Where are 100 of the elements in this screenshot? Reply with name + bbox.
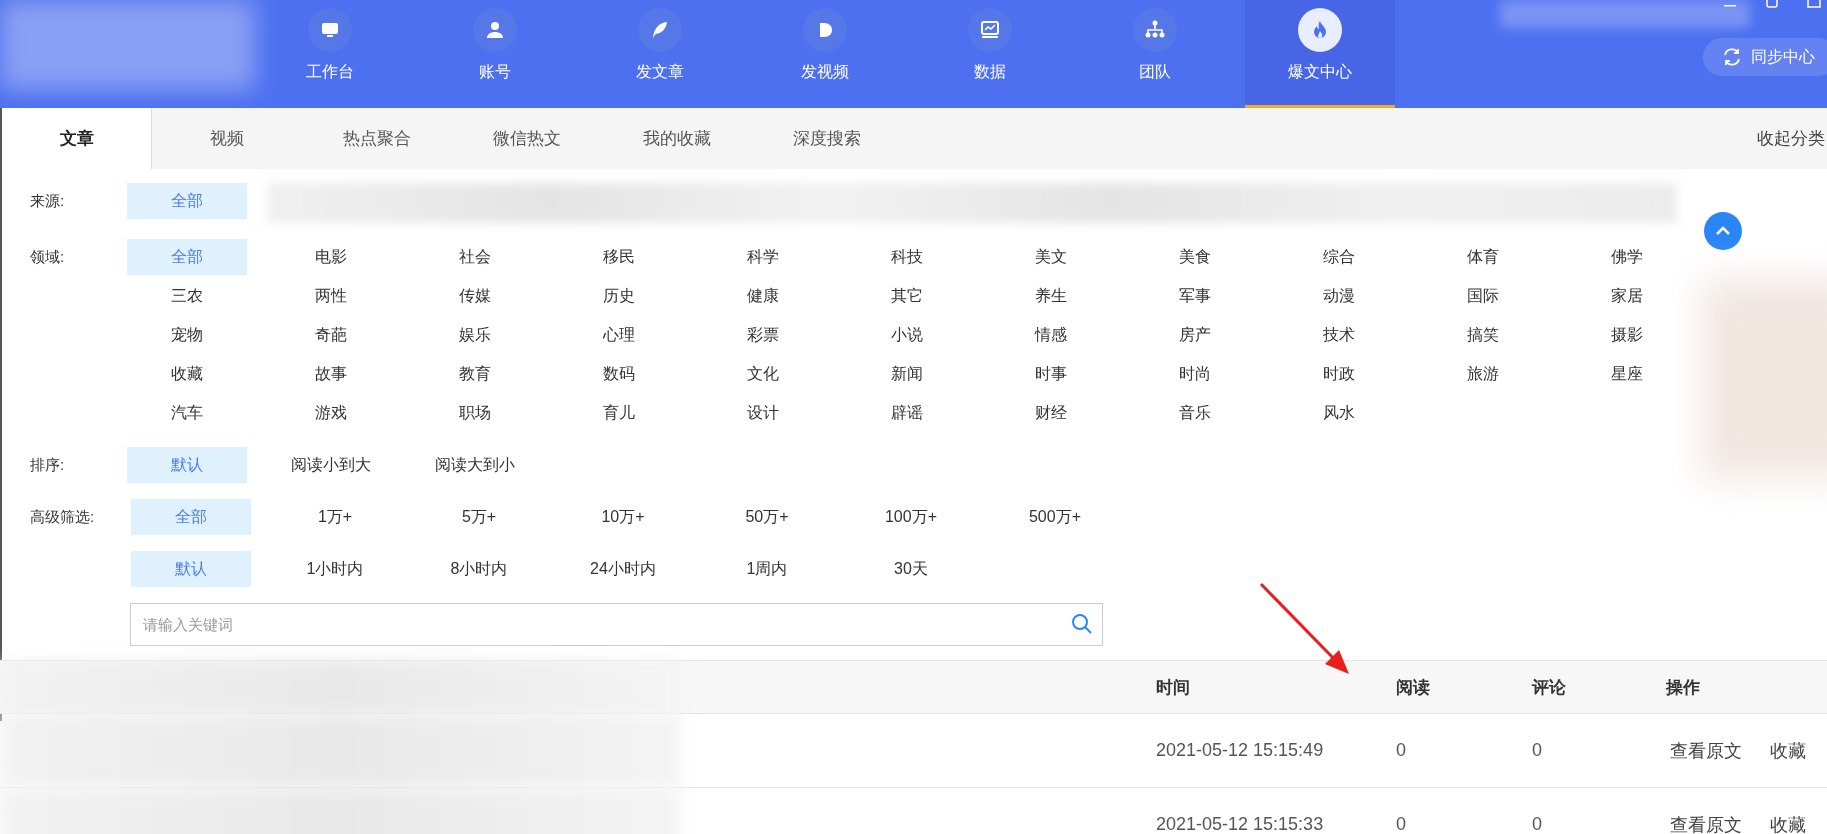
filter-option[interactable]: 职场	[415, 395, 535, 431]
filter-option[interactable]: 美食	[1135, 239, 1255, 275]
filter-option[interactable]: 收藏	[127, 356, 247, 392]
collapse-link[interactable]: 收起分类	[1757, 127, 1825, 150]
nav-item[interactable]: 账号	[420, 0, 570, 108]
action-link[interactable]: 查看原文	[1670, 812, 1742, 834]
filter-option[interactable]: 历史	[559, 278, 679, 314]
filter-option[interactable]: 旅游	[1423, 356, 1543, 392]
tab[interactable]: 我的收藏	[602, 108, 752, 169]
filter-label: 高级筛选:	[30, 507, 96, 527]
filter-option[interactable]: 全部	[127, 239, 247, 275]
filter-option[interactable]: 社会	[415, 239, 535, 275]
nav-item[interactable]: 团队	[1080, 0, 1230, 108]
scroll-up-button[interactable]	[1704, 212, 1742, 250]
filter-option[interactable]: 小说	[847, 317, 967, 353]
filter-option[interactable]: 1小时内	[275, 551, 395, 587]
action-link[interactable]: 收藏	[1770, 738, 1806, 763]
tab[interactable]: 深度搜索	[752, 108, 902, 169]
action-link[interactable]: 查看原文	[1670, 738, 1742, 763]
table-cell-text: 0	[1395, 740, 1407, 761]
filter-label: 领域:	[30, 247, 66, 267]
refresh-icon	[1721, 46, 1743, 68]
filter-option[interactable]: 彩票	[703, 317, 823, 353]
filter-option[interactable]: 佛学	[1567, 239, 1687, 275]
filter-option[interactable]: 传媒	[415, 278, 535, 314]
filter-option[interactable]: 美文	[991, 239, 1111, 275]
tab[interactable]: 热点聚合	[302, 108, 452, 169]
table-cell-text: 2021-05-12 15:15:33	[1155, 814, 1325, 834]
filter-option[interactable]: 电影	[271, 239, 391, 275]
search-icon[interactable]	[1070, 612, 1094, 636]
filter-option[interactable]: 30天	[851, 551, 971, 587]
filter-option[interactable]: 体育	[1423, 239, 1543, 275]
filter-option[interactable]: 音乐	[1135, 395, 1255, 431]
column-header: 评论	[1530, 676, 1567, 699]
filter-option[interactable]: 设计	[703, 395, 823, 431]
filter-option[interactable]: 数码	[559, 356, 679, 392]
table-cell-text: 2021-05-12 15:15:49	[1155, 740, 1325, 761]
filter-option[interactable]: 综合	[1279, 239, 1399, 275]
filter-option[interactable]: 新闻	[847, 356, 967, 392]
filter-option[interactable]: 两性	[271, 278, 391, 314]
filter-option[interactable]: 科技	[847, 239, 967, 275]
table-cell-text: 0	[1395, 814, 1407, 834]
filter-option[interactable]: 汽车	[127, 395, 247, 431]
filter-option[interactable]: 星座	[1567, 356, 1687, 392]
filter-option[interactable]: 技术	[1279, 317, 1399, 353]
filter-option[interactable]: 1周内	[707, 551, 827, 587]
filter-option[interactable]: 8小时内	[419, 551, 539, 587]
filter-option[interactable]: 家居	[1567, 278, 1687, 314]
filter-option[interactable]: 搞笑	[1423, 317, 1543, 353]
user-icon	[484, 19, 506, 41]
table-cell-text: 0	[1531, 814, 1543, 834]
filter-option[interactable]: 5万+	[419, 499, 539, 535]
filter-option[interactable]: 其它	[847, 278, 967, 314]
nav-item[interactable]: 发文章	[585, 0, 735, 108]
filter-option[interactable]: 时政	[1279, 356, 1399, 392]
filter-option[interactable]: 24小时内	[563, 551, 683, 587]
filter-option[interactable]: 摄影	[1567, 317, 1687, 353]
filter-option[interactable]: 房产	[1135, 317, 1255, 353]
filter-option[interactable]: 移民	[559, 239, 679, 275]
filter-option[interactable]: 军事	[1135, 278, 1255, 314]
nav-item[interactable]: 工作台	[255, 0, 405, 108]
filter-option[interactable]: 1万+	[275, 499, 395, 535]
tab[interactable]: 文章	[2, 108, 152, 169]
column-header: 时间	[1155, 676, 1191, 699]
filter-option[interactable]: 故事	[271, 356, 391, 392]
filter-option[interactable]: 情感	[991, 317, 1111, 353]
filter-option[interactable]: 50万+	[707, 499, 827, 535]
filter-option[interactable]: 育儿	[559, 395, 679, 431]
filter-option[interactable]: 娱乐	[415, 317, 535, 353]
filter-option[interactable]: 健康	[703, 278, 823, 314]
filter-option[interactable]: 全部	[127, 183, 247, 219]
filter-option[interactable]: 辟谣	[847, 395, 967, 431]
filter-option[interactable]: 动漫	[1279, 278, 1399, 314]
nav-item[interactable]: 数据	[915, 0, 1065, 108]
nav-item[interactable]: 爆文中心	[1245, 0, 1395, 108]
action-link[interactable]: 收藏	[1770, 812, 1806, 834]
filter-option[interactable]: 时尚	[1135, 356, 1255, 392]
tab[interactable]: 微信热文	[452, 108, 602, 169]
filter-option[interactable]: 养生	[991, 278, 1111, 314]
filter-option[interactable]: 500万+	[995, 499, 1115, 535]
filter-option[interactable]: 10万+	[563, 499, 683, 535]
search-field[interactable]: 请输入关键词	[130, 603, 1103, 646]
filter-option[interactable]: 心理	[559, 317, 679, 353]
filter-option[interactable]: 奇葩	[271, 317, 391, 353]
filter-option[interactable]: 宠物	[127, 317, 247, 353]
filter-option[interactable]: 阅读大到小	[415, 447, 535, 483]
filter-option[interactable]: 时事	[991, 356, 1111, 392]
filter-option[interactable]: 三农	[127, 278, 247, 314]
filter-option[interactable]: 全部	[131, 499, 251, 535]
nav-item[interactable]: 发视频	[750, 0, 900, 108]
tab[interactable]: 视频	[152, 108, 302, 169]
filter-option[interactable]: 阅读小到大	[271, 447, 391, 483]
filter-option[interactable]: 财经	[991, 395, 1111, 431]
filter-option[interactable]: 教育	[415, 356, 535, 392]
filter-option[interactable]: 科学	[703, 239, 823, 275]
filter-option[interactable]: 文化	[703, 356, 823, 392]
filter-option[interactable]: 风水	[1279, 395, 1399, 431]
filter-option[interactable]: 100万+	[851, 499, 971, 535]
filter-option[interactable]: 游戏	[271, 395, 391, 431]
filter-option[interactable]: 国际	[1423, 278, 1543, 314]
